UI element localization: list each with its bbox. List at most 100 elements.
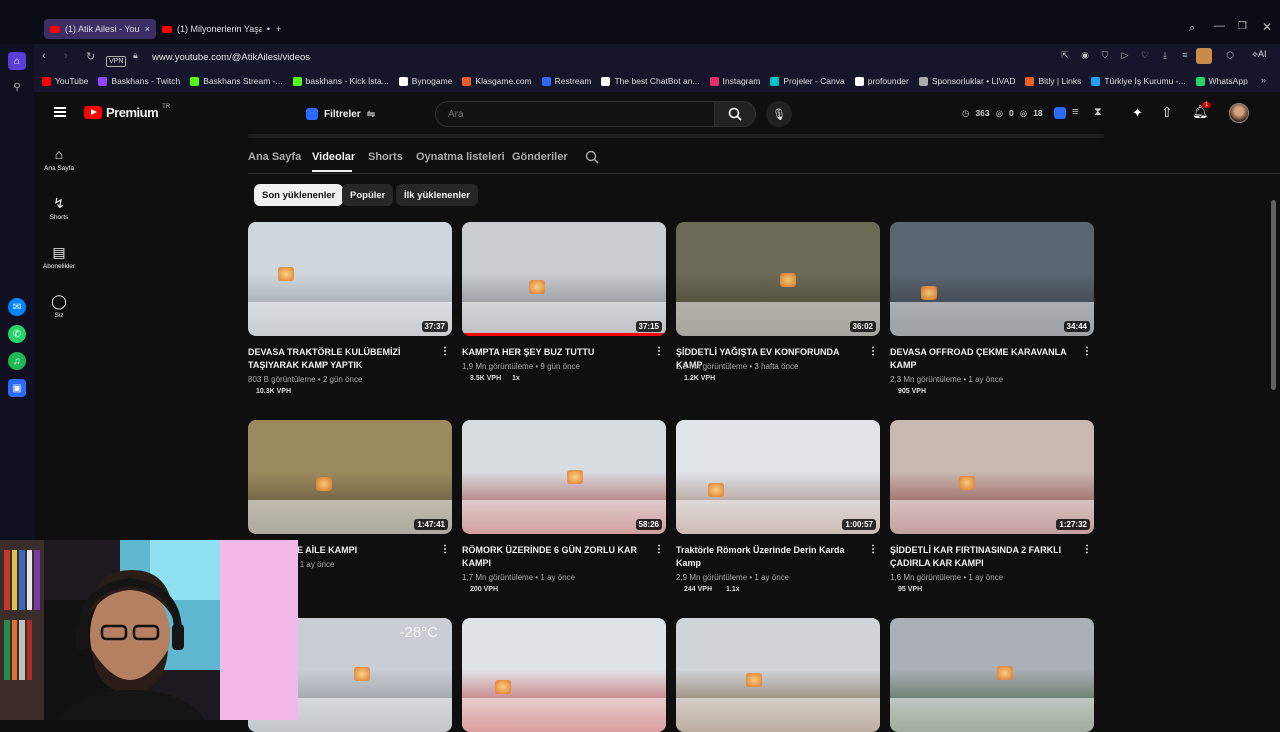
filter-button[interactable]: Filtreler ⇋ [306, 104, 375, 124]
video-card[interactable]: 1:27:32 ŞİDDETLİ KAR FIRTINASINDA 2 FARKL… [890, 420, 1094, 593]
video-thumbnail[interactable]: 34:44 [890, 222, 1094, 336]
channel-tab[interactable]: Videolar [312, 151, 355, 163]
video-thumbnail[interactable]: 37:37 [248, 222, 452, 336]
reload-icon[interactable]: ↻ [86, 50, 95, 63]
back-icon[interactable]: ‹ [42, 50, 46, 62]
more-bookmarks-icon[interactable]: » [1261, 75, 1266, 85]
bookmark-item[interactable]: Baskhans Stream -... [190, 76, 283, 86]
video-thumbnail[interactable]: 37:15 [462, 222, 666, 336]
bookmark-item[interactable]: The best ChatBot an... [601, 76, 700, 86]
url-field[interactable]: www.youtube.com/@AtikAilesi/videos [152, 46, 1052, 68]
video-card[interactable]: 58:26 RÖMORK ÜZERİNDE 6 GÜN ZORLU KAR KAMP… [462, 420, 666, 593]
bookmark-item[interactable]: Bitly | Links [1025, 76, 1081, 86]
video-menu-icon[interactable]: ⋮ [654, 346, 664, 357]
share-icon[interactable]: ⇱ [1059, 50, 1071, 62]
bookmark-item[interactable]: baskhans - Kick İsta... [292, 76, 389, 86]
voice-search-button[interactable]: 🎙︎ [766, 101, 792, 127]
video-menu-icon[interactable]: ⋮ [440, 544, 450, 555]
hourglass-icon[interactable]: ⧗ [1094, 106, 1102, 119]
bookmark-item[interactable]: Instagram [709, 76, 760, 86]
extension-icon[interactable]: ▣ [8, 379, 26, 397]
search-button[interactable] [714, 101, 756, 127]
video-title[interactable]: Traktörle Römork Üzerinde Derin Karda Kam… [676, 544, 862, 570]
search-tabs-icon[interactable]: ⌕ [1189, 22, 1195, 35]
channel-search-icon[interactable] [585, 150, 599, 169]
new-tab-button[interactable]: + [276, 19, 290, 39]
sort-chip[interactable]: Popüler [342, 184, 394, 206]
video-thumbnail[interactable]: 58:26 [462, 420, 666, 534]
video-card[interactable]: 37:37 DEVASA TRAKTÖRLE KULÜBEMİZİ TAŞIYARA… [248, 222, 452, 395]
bookmark-item[interactable]: Türkiye İş Kurumu -... [1091, 76, 1186, 86]
upload-icon[interactable]: ⇧ [1161, 104, 1173, 121]
bookmark-item[interactable]: Restream [541, 76, 591, 86]
youtube-logo[interactable]: Premium TR [84, 104, 170, 120]
video-menu-icon[interactable]: ⋮ [440, 346, 450, 357]
account-avatar[interactable] [1229, 103, 1249, 123]
video-card[interactable] [676, 618, 880, 732]
vpn-badge[interactable]: VPN [106, 50, 127, 68]
video-card[interactable]: 34:44 DEVASA OFFROAD ÇEKME KARAVANLA KAMP ⋮… [890, 222, 1094, 395]
menu-icon[interactable]: ≡ [1179, 50, 1191, 62]
close-window-icon[interactable]: ✕ [1262, 20, 1272, 34]
close-tab-icon[interactable]: × [145, 24, 150, 34]
channel-tab[interactable]: Oynatma listeleri [416, 151, 505, 163]
search-field[interactable] [448, 108, 688, 120]
video-menu-icon[interactable]: ⋮ [1082, 346, 1092, 357]
video-title[interactable]: RÖMORK ÜZERİNDE 6 GÜN ZORLU KAR KAMPI [462, 544, 648, 570]
whatsapp-icon[interactable]: ✆ [8, 325, 26, 343]
video-card[interactable] [462, 618, 666, 732]
video-thumbnail[interactable]: 36:02 [676, 222, 880, 336]
video-thumbnail[interactable]: 1:27:32 [890, 420, 1094, 534]
ai-button[interactable]: ⟡AI [1252, 49, 1266, 60]
video-card[interactable]: 1:00:57 Traktörle Römork Üzerinde Derin K… [676, 420, 880, 593]
tab-second[interactable]: (1) Milyonerlerin Yaşadığı • [156, 19, 276, 39]
scrollbar-thumb[interactable] [1271, 200, 1276, 390]
extension-badge-icon[interactable] [1054, 107, 1066, 119]
minimize-icon[interactable]: — [1214, 20, 1225, 32]
bookmark-item[interactable]: Baskhans - Twitch [98, 76, 180, 86]
video-menu-icon[interactable]: ⋮ [1082, 544, 1092, 555]
video-title[interactable]: KAMPTA HER ŞEY BUZ TUTTU [462, 346, 648, 359]
shield-icon[interactable]: ⛉ [1099, 50, 1111, 62]
video-title[interactable]: DEVASA TRAKTÖRLE KULÜBEMİZİ TAŞIYARAK KAM… [248, 346, 434, 372]
profile-avatar[interactable] [1196, 48, 1212, 64]
sort-chip[interactable]: İlk yüklenenler [396, 184, 479, 206]
maximize-icon[interactable]: ❐ [1238, 21, 1247, 32]
bookmark-item[interactable]: YouTube [42, 76, 88, 86]
bookmark-item[interactable]: profounder [854, 76, 909, 86]
video-card[interactable]: 36:02 ŞİDDETLİ YAĞIŞTA EV KONFORUNDA KAMP… [676, 222, 880, 382]
search-input[interactable] [435, 101, 715, 127]
video-title[interactable]: ŞİDDETLİ KAR FIRTINASINDA 2 FARKLI ÇADIRL… [890, 544, 1076, 570]
video-thumbnail[interactable]: 1:47:41 [248, 420, 452, 534]
bookmark-item[interactable]: Sponsorluklar • LIVAD [918, 76, 1015, 86]
sort-chip[interactable]: Son yüklenenler [254, 184, 344, 206]
video-menu-icon[interactable]: ⋮ [868, 544, 878, 555]
video-thumbnail[interactable] [676, 618, 880, 732]
video-menu-icon[interactable]: ⋮ [654, 544, 664, 555]
list-icon[interactable]: ≡ [1072, 106, 1078, 118]
video-thumbnail[interactable] [890, 618, 1094, 732]
channel-tab[interactable]: Ana Sayfa [248, 151, 301, 163]
bookmark-item[interactable]: WhatsApp [1195, 76, 1248, 86]
guide-item-shorts[interactable]: ↯ Shorts [34, 195, 84, 221]
video-title[interactable]: DEVASA OFFROAD ÇEKME KARAVANLA KAMP [890, 346, 1076, 372]
bookmark-item[interactable]: Projeler - Canva [770, 76, 845, 86]
channel-tab[interactable]: Shorts [368, 151, 403, 163]
camera-icon[interactable]: ◉ [1079, 50, 1091, 62]
video-thumbnail[interactable]: 1:00:57 [676, 420, 880, 534]
guide-item-home[interactable]: ⌂ Ana Sayfa [34, 146, 84, 172]
download-icon[interactable]: ⤓ [1159, 50, 1171, 62]
player-icon[interactable]: ▷ [1119, 50, 1131, 62]
forward-icon[interactable]: › [64, 50, 68, 62]
channel-tab[interactable]: Gönderiler [512, 151, 568, 163]
stats-counter[interactable]: ◷ 363 ◎ 0 ◎ 18 [962, 108, 1043, 119]
video-card[interactable]: 37:15 KAMPTA HER ŞEY BUZ TUTTU ⋮ 1,9 Mn gör… [462, 222, 666, 382]
video-card[interactable] [890, 618, 1094, 732]
messenger-icon[interactable]: ✉ [8, 298, 26, 316]
video-thumbnail[interactable] [462, 618, 666, 732]
spotify-icon[interactable]: ♫ [8, 352, 26, 370]
sparkle-icon[interactable]: ✦ [1132, 105, 1143, 121]
video-menu-icon[interactable]: ⋮ [868, 346, 878, 357]
guide-item-subscriptions[interactable]: ▤ Abonelikler [34, 244, 84, 270]
guide-item-you[interactable]: ◯ Siz [34, 293, 84, 319]
